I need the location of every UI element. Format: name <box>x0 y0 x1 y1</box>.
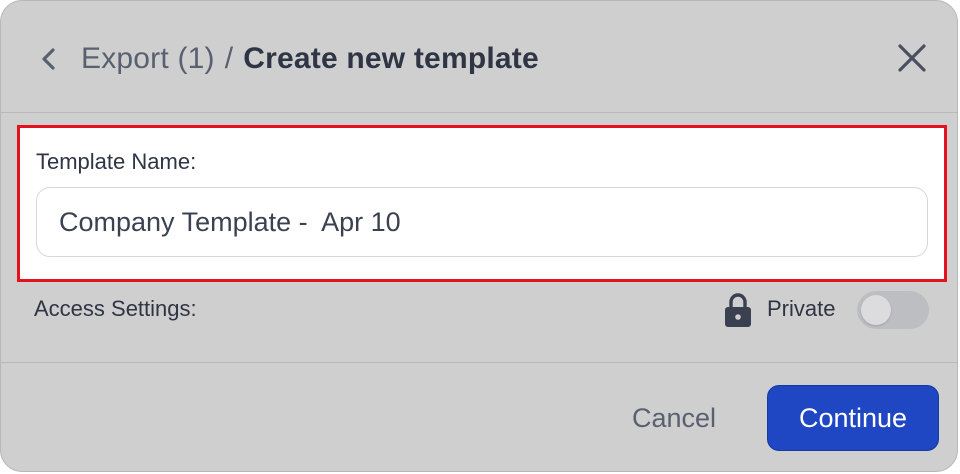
template-name-input[interactable] <box>36 187 928 257</box>
back-button[interactable] <box>34 41 64 77</box>
create-template-dialog: Export (1) / Create new template Templat… <box>0 0 958 472</box>
breadcrumb-separator: / <box>224 42 234 75</box>
footer-divider <box>1 362 957 363</box>
toggle-knob <box>861 295 891 325</box>
access-settings-label: Access Settings: <box>34 296 197 321</box>
close-button[interactable] <box>892 38 932 78</box>
chevron-left-icon <box>42 48 55 70</box>
lock-icon <box>725 293 751 327</box>
breadcrumb-parent[interactable]: Export (1) <box>81 42 215 76</box>
continue-button[interactable]: Continue <box>767 385 939 451</box>
page-title: Create new template <box>243 42 539 75</box>
breadcrumb: Export (1) / Create new template <box>81 37 539 81</box>
cancel-button[interactable]: Cancel <box>609 386 739 450</box>
private-toggle[interactable] <box>857 291 929 329</box>
dialog-header: Export (1) / Create new template <box>1 1 957 113</box>
template-name-section: Template Name: <box>17 125 947 282</box>
close-icon <box>898 44 926 72</box>
private-label: Private <box>767 296 836 321</box>
template-name-label: Template Name: <box>36 149 197 174</box>
